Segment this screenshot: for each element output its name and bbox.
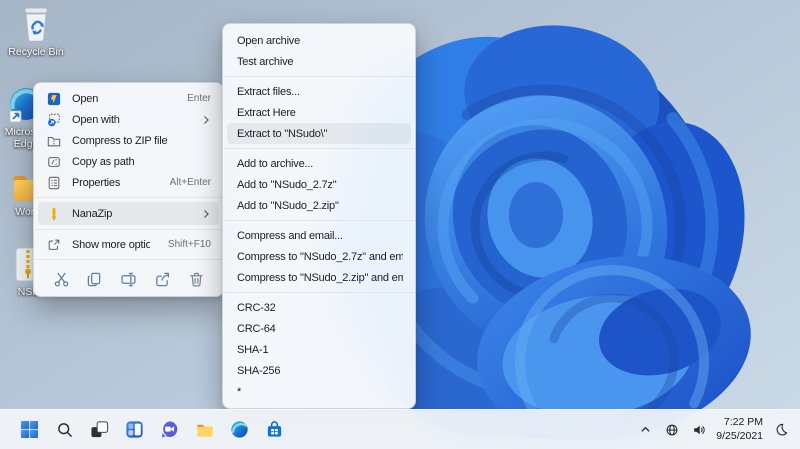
- speaker-icon[interactable]: [689, 416, 709, 443]
- menu-item-label: Copy as path: [72, 155, 135, 168]
- zip-folder-icon: [46, 133, 62, 149]
- store-button[interactable]: [261, 416, 288, 443]
- submenu-item-label: Extract to "NSudo\": [237, 127, 328, 140]
- submenu-item-add-to-7z[interactable]: Add to "NSudo_2.7z": [227, 174, 411, 195]
- nanazip-icon: [46, 206, 62, 222]
- nanazip-submenu: Open archive Test archive Extract files.…: [222, 23, 416, 409]
- nsudo-app-icon: [46, 91, 62, 107]
- start-button[interactable]: [16, 416, 43, 443]
- submenu-item-crc32[interactable]: CRC-32: [227, 297, 411, 318]
- properties-icon: [46, 175, 62, 191]
- quick-action-row: [34, 264, 223, 293]
- menu-item-copy-as-path[interactable]: Copy as path: [38, 151, 219, 172]
- submenu-item-label: Test archive: [237, 55, 294, 68]
- submenu-item-label: Add to "NSudo_2.zip": [237, 199, 339, 212]
- menu-separator: [224, 148, 414, 149]
- desktop-icon-recycle-bin[interactable]: Recycle Bin: [4, 6, 68, 58]
- taskbar: 7:22 PM 9/25/2021: [0, 409, 800, 449]
- menu-item-compress-zip[interactable]: Compress to ZIP file: [38, 130, 219, 151]
- menu-item-shortcut: Alt+Enter: [169, 177, 211, 188]
- submenu-item-sha256[interactable]: SHA-256: [227, 360, 411, 381]
- submenu-item-label: Add to archive...: [237, 157, 314, 170]
- menu-item-shortcut: Enter: [187, 93, 211, 104]
- menu-item-shortcut: Shift+F10: [167, 239, 211, 250]
- tray-chevron-up-icon[interactable]: [635, 416, 655, 443]
- taskbar-buttons: [16, 410, 288, 449]
- taskbar-clock[interactable]: 7:22 PM 9/25/2021: [716, 416, 763, 443]
- share-icon[interactable]: [149, 267, 175, 291]
- focus-assist-moon-icon[interactable]: [770, 416, 792, 443]
- widgets-button[interactable]: [121, 416, 148, 443]
- menu-item-show-more-options[interactable]: Show more options Shift+F10: [38, 234, 219, 255]
- tray-time: 7:22 PM: [723, 415, 763, 428]
- system-tray: 7:22 PM 9/25/2021: [635, 410, 792, 449]
- submenu-item-add-to-archive[interactable]: Add to archive...: [227, 153, 411, 174]
- menu-item-properties[interactable]: Properties Alt+Enter: [38, 172, 219, 193]
- menu-item-label: Properties: [72, 176, 121, 189]
- desktop: Recycle Bin Microsoft Edge Works NSu Ope…: [0, 0, 800, 449]
- delete-icon[interactable]: [183, 267, 209, 291]
- submenu-item-label: Compress to "NSudo_2.7z" and email: [237, 250, 403, 263]
- menu-separator: [224, 292, 414, 293]
- submenu-item-label: SHA-1: [237, 343, 269, 356]
- chevron-right-icon: [201, 209, 211, 219]
- submenu-item-compress-zip-email[interactable]: Compress to "NSudo_2.zip" and email: [227, 267, 411, 288]
- menu-item-nanazip[interactable]: NanaZip: [38, 202, 219, 225]
- submenu-item-star[interactable]: *: [227, 381, 411, 402]
- menu-item-label: Compress to ZIP file: [72, 134, 168, 147]
- submenu-item-label: CRC-32: [237, 301, 276, 314]
- submenu-item-label: Compress to "NSudo_2.zip" and email: [237, 271, 403, 284]
- chevron-right-icon: [201, 115, 211, 125]
- submenu-item-test-archive[interactable]: Test archive: [227, 51, 411, 72]
- submenu-item-label: *: [237, 385, 242, 398]
- submenu-item-label: Open archive: [237, 34, 301, 47]
- copy-path-icon: [46, 154, 62, 170]
- menu-item-open-with[interactable]: Open with: [38, 109, 219, 130]
- show-more-options-icon: [46, 237, 62, 253]
- file-explorer-button[interactable]: [191, 416, 218, 443]
- desktop-icon-label: Recycle Bin: [8, 46, 64, 58]
- submenu-item-add-to-zip[interactable]: Add to "NSudo_2.zip": [227, 195, 411, 216]
- task-view-button[interactable]: [86, 416, 113, 443]
- menu-separator: [224, 220, 414, 221]
- tray-date: 9/25/2021: [716, 429, 763, 442]
- menu-item-label: Open: [72, 92, 99, 105]
- chat-button[interactable]: [156, 416, 183, 443]
- submenu-item-extract-to[interactable]: Extract to "NSudo\": [227, 123, 411, 144]
- edge-button[interactable]: [226, 416, 253, 443]
- submenu-item-label: CRC-64: [237, 322, 276, 335]
- network-globe-icon[interactable]: [662, 416, 682, 443]
- search-button[interactable]: [51, 416, 78, 443]
- submenu-item-label: Extract files...: [237, 85, 300, 98]
- cut-icon[interactable]: [48, 267, 74, 291]
- submenu-item-crc64[interactable]: CRC-64: [227, 318, 411, 339]
- open-with-icon: [46, 112, 62, 128]
- menu-separator: [35, 259, 222, 260]
- menu-item-label: NanaZip: [72, 207, 113, 220]
- submenu-item-sha1[interactable]: SHA-1: [227, 339, 411, 360]
- copy-icon[interactable]: [82, 267, 108, 291]
- submenu-item-label: Add to "NSudo_2.7z": [237, 178, 337, 191]
- menu-separator: [35, 197, 222, 198]
- submenu-item-label: Compress and email...: [237, 229, 343, 242]
- submenu-item-open-archive[interactable]: Open archive: [227, 30, 411, 51]
- menu-item-open[interactable]: Open Enter: [38, 88, 219, 109]
- menu-separator: [35, 229, 222, 230]
- submenu-item-compress-7z-email[interactable]: Compress to "NSudo_2.7z" and email: [227, 246, 411, 267]
- submenu-item-compress-email[interactable]: Compress and email...: [227, 225, 411, 246]
- menu-item-label: Show more options: [72, 238, 150, 251]
- context-menu: Open Enter Open with Compress to ZIP fil…: [33, 82, 224, 297]
- submenu-item-label: SHA-256: [237, 364, 281, 377]
- menu-item-label: Open with: [72, 113, 120, 126]
- submenu-item-extract-files[interactable]: Extract files...: [227, 81, 411, 102]
- rename-icon[interactable]: [116, 267, 142, 291]
- submenu-item-extract-here[interactable]: Extract Here: [227, 102, 411, 123]
- recycle-bin-icon: [18, 6, 54, 44]
- submenu-item-label: Extract Here: [237, 106, 296, 119]
- menu-separator: [224, 76, 414, 77]
